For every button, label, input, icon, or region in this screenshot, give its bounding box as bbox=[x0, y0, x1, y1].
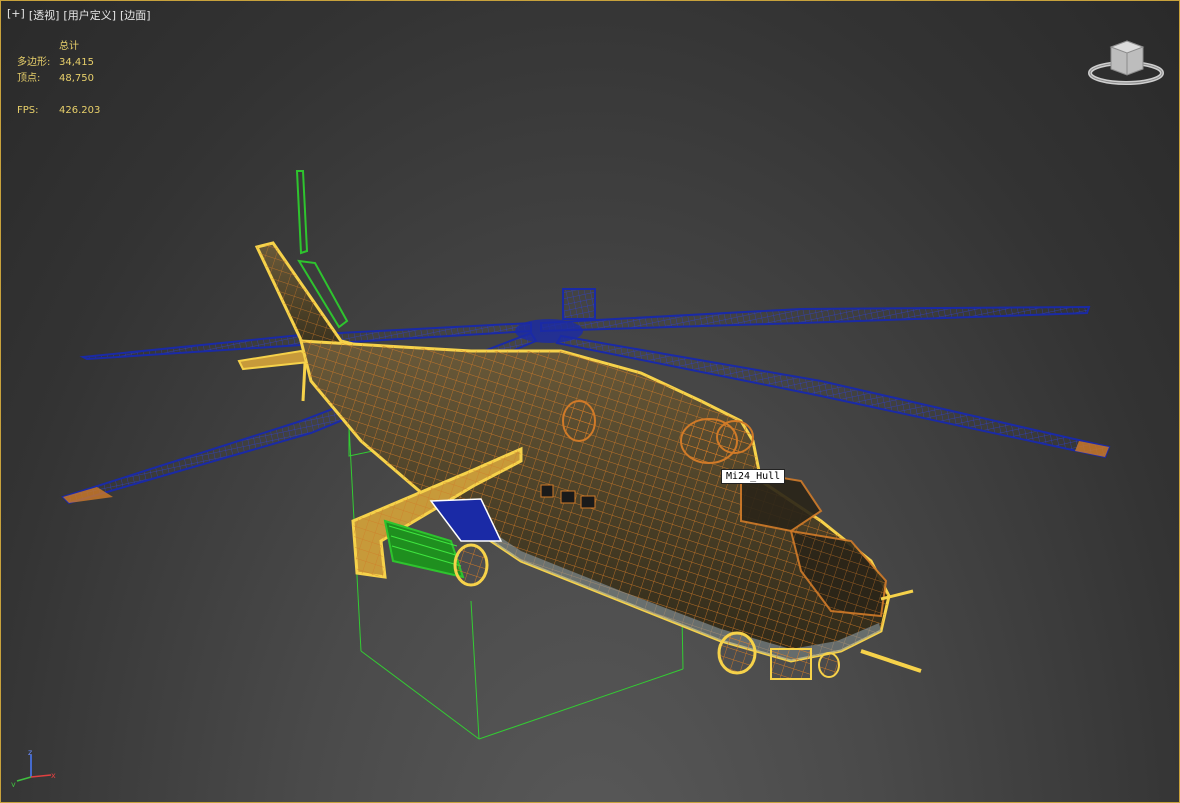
rocket-pod[interactable] bbox=[383, 519, 465, 579]
axis-x-label: x bbox=[51, 771, 56, 780]
stats-vertices-row: 顶点: 48,750 bbox=[17, 71, 100, 87]
viewport-label-menu[interactable]: [+] [透视] [用户定义] [边面] bbox=[7, 7, 151, 23]
axis-z-label: z bbox=[28, 748, 32, 757]
viewport-statistics: 总计 多边形: 34,415 顶点: 48,750 FPS: 426.203 bbox=[17, 39, 100, 119]
stats-fps-label: FPS: bbox=[17, 105, 39, 116]
viewport-user-defined-menu[interactable]: [用户定义] bbox=[63, 7, 116, 23]
stats-polygons-label: 多边形: bbox=[17, 57, 51, 68]
viewport-perspective-menu[interactable]: [透视] bbox=[29, 7, 60, 23]
viewcube-icon[interactable] bbox=[1087, 37, 1165, 91]
stats-vertices-label: 顶点: bbox=[17, 73, 41, 84]
stats-fps-row: FPS: 426.203 bbox=[17, 103, 100, 119]
stats-polygons-row: 多边形: 34,415 bbox=[17, 55, 100, 71]
viewport-plus-menu[interactable]: [+] bbox=[7, 7, 25, 23]
weapon-cowl[interactable] bbox=[453, 543, 489, 587]
viewport-edged-faces-menu[interactable]: [边面] bbox=[120, 7, 151, 23]
stats-header: 总计 bbox=[59, 41, 79, 52]
viewport-perspective[interactable]: [+] [透视] [用户定义] [边面] 总计 多边形: 34,415 顶点: 48… bbox=[0, 0, 1180, 803]
axis-y-label: y bbox=[11, 780, 16, 787]
axis-tripod-icon: z x y bbox=[11, 748, 56, 787]
stats-polygons-value: 34,415 bbox=[59, 57, 94, 68]
object-name-tooltip: Mi24_Hull bbox=[721, 469, 786, 484]
stats-fps-value: 426.203 bbox=[59, 105, 101, 116]
stats-vertices-value: 48,750 bbox=[59, 73, 94, 84]
helicopter-scene[interactable] bbox=[1, 1, 1180, 803]
